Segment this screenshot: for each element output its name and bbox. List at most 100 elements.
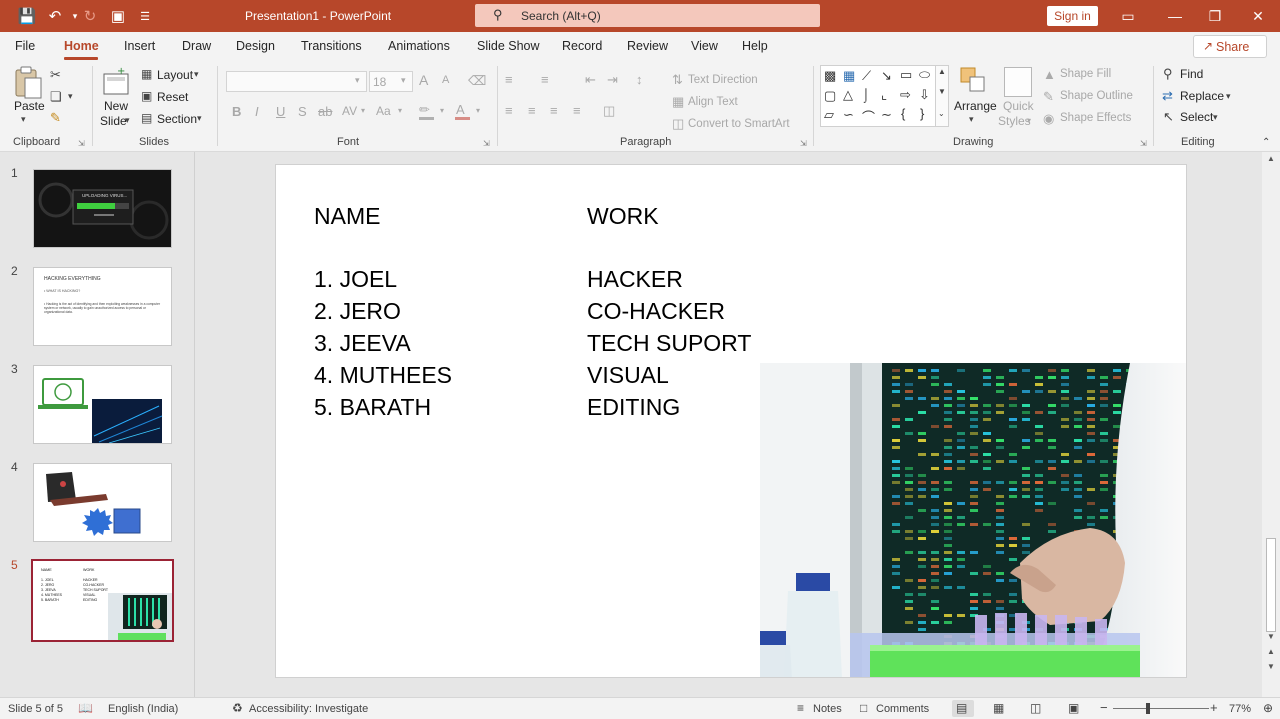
slide-thumbnail-3[interactable] (33, 365, 172, 444)
slide-thumbnail-5[interactable]: NAME WORK 1. JOEL 2. JERO 3. JEEVA 4. MU… (31, 559, 174, 642)
quick-styles-dropdown-icon[interactable]: ▾ (1027, 116, 1031, 125)
bold-button[interactable]: B (232, 104, 241, 119)
redo-icon[interactable]: ↻ (80, 6, 100, 26)
shape-outline-button[interactable]: Shape Outline (1060, 90, 1133, 102)
slide-count[interactable]: Slide 5 of 5 (8, 703, 63, 715)
quick-styles-icon[interactable] (1004, 67, 1032, 97)
work-item-2[interactable]: CO-HACKER (587, 298, 725, 325)
shape-fill-icon[interactable]: ▲ (1043, 67, 1056, 82)
shape-scribble-icon[interactable]: ∽ (843, 107, 854, 123)
increase-indent-icon[interactable]: ⇥ (607, 72, 618, 88)
shape-triangle-icon[interactable]: △ (843, 87, 853, 103)
shape-arrow-line-icon[interactable]: ↘ (881, 68, 892, 84)
gallery-down-icon[interactable]: ▼ (938, 87, 946, 96)
arrange-dropdown-icon[interactable]: ▾ (969, 114, 974, 125)
share-button[interactable]: ↗ Share (1193, 35, 1267, 58)
section-button[interactable]: Section (157, 112, 197, 126)
shape-oval-icon[interactable]: ⬭ (919, 67, 930, 83)
shapes-gallery-scroll[interactable]: ▲ ▼ ⌄ (935, 65, 949, 127)
tab-record[interactable]: Record (562, 39, 602, 53)
accessibility-status[interactable]: Accessibility: Investigate (249, 703, 368, 715)
next-slide-icon[interactable]: ▼ (1267, 662, 1275, 671)
notes-icon[interactable]: ≡ (797, 701, 804, 715)
paragraph-launcher-icon[interactable]: ⇲ (800, 139, 807, 148)
shape-right-brace-icon[interactable]: } (920, 106, 924, 121)
tab-review[interactable]: Review (627, 39, 668, 53)
shape-elbow-icon[interactable]: ⌡ (862, 87, 870, 102)
format-painter-icon[interactable]: ✎ (50, 110, 61, 126)
notes-button[interactable]: Notes (813, 703, 842, 715)
case-dropdown-icon[interactable]: ▾ (398, 106, 402, 115)
name-item-2[interactable]: 2. JERO (314, 298, 401, 325)
bullets-icon[interactable]: ≡ (505, 72, 513, 87)
tab-view[interactable]: View (691, 39, 718, 53)
work-column-header[interactable]: WORK (587, 203, 659, 230)
quick-styles-label-1[interactable]: Quick (1003, 99, 1034, 113)
decrease-indent-icon[interactable]: ⇤ (585, 72, 596, 88)
select-button[interactable]: Select (1180, 110, 1213, 124)
shape-line-icon[interactable]: ⟋ (862, 68, 871, 84)
sign-in-button[interactable]: Sign in (1047, 6, 1098, 26)
name-column-header[interactable]: NAME (314, 203, 380, 230)
clipboard-launcher-icon[interactable]: ⇲ (78, 139, 85, 148)
shape-curve-icon[interactable]: ∼ (881, 107, 892, 123)
work-item-3[interactable]: TECH SUPORT (587, 330, 751, 357)
work-item-4[interactable]: VISUAL (587, 362, 669, 389)
shape-text-icon[interactable]: ▦ (843, 68, 855, 84)
scroll-thumb[interactable] (1266, 538, 1276, 632)
copy-dropdown-icon[interactable]: ▾ (68, 91, 73, 102)
spacing-dropdown-icon[interactable]: ▾ (361, 106, 365, 115)
zoom-slider-track[interactable] (1113, 708, 1209, 709)
accessibility-icon[interactable]: ♻ (232, 701, 243, 715)
convert-smartart-icon[interactable]: ◫ (672, 116, 684, 132)
shape-rounded-rect-icon[interactable]: ▢ (824, 88, 836, 104)
name-item-3[interactable]: 3. JEEVA (314, 330, 411, 357)
shapes-gallery[interactable]: ▩ ▦ ⟋ ↘ ▭ ⬭ ▢ △ ⌡ ⌞ ⇨ ⇩ ▱ ∽ ⌒ ∼ { } (820, 65, 936, 127)
cut-icon[interactable]: ✂ (50, 67, 61, 83)
search-box[interactable]: ⚲ Search (Alt+Q) (475, 4, 820, 27)
zoom-slider-thumb[interactable] (1146, 703, 1150, 714)
new-slide-label-2[interactable]: Slide (100, 114, 127, 128)
paste-label[interactable]: Paste (14, 99, 45, 113)
shape-right-arrow-icon[interactable]: ⇨ (900, 87, 911, 103)
save-icon[interactable]: 💾 (17, 6, 37, 26)
replace-dropdown-icon[interactable]: ▾ (1226, 91, 1231, 102)
lab-dna-sequencing-image[interactable] (760, 363, 1186, 677)
highlight-dropdown-icon[interactable]: ▾ (440, 106, 444, 115)
current-slide[interactable]: NAME WORK 1. JOEL 2. JERO 3. JEEVA 4. MU… (275, 164, 1187, 678)
align-right-icon[interactable]: ≡ (550, 103, 558, 118)
undo-icon[interactable]: ↶ (45, 6, 65, 26)
vertical-scrollbar[interactable]: ▲ ▼ ▲ ▼ (1262, 152, 1280, 697)
name-item-5[interactable]: 5. BARATH (314, 394, 431, 421)
arrange-icon[interactable] (959, 66, 987, 96)
tab-insert[interactable]: Insert (124, 39, 155, 53)
previous-slide-icon[interactable]: ▲ (1267, 647, 1275, 656)
font-launcher-icon[interactable]: ⇲ (483, 139, 490, 148)
comments-button[interactable]: Comments (876, 703, 929, 715)
reset-icon[interactable]: ▣ (141, 89, 152, 103)
italic-button[interactable]: I (255, 104, 259, 119)
reading-view-icon[interactable]: ◫ (1030, 701, 1041, 715)
name-item-4[interactable]: 4. MUTHEES (314, 362, 452, 389)
scroll-down-icon[interactable]: ▼ (1267, 632, 1275, 641)
character-spacing-button[interactable]: AV (342, 104, 357, 118)
start-from-beginning-icon[interactable]: ▣ (108, 6, 128, 26)
font-color-icon[interactable]: A (456, 102, 465, 117)
tab-help[interactable]: Help (742, 39, 768, 53)
columns-icon[interactable]: ◫ (603, 103, 615, 119)
reset-button[interactable]: Reset (157, 90, 188, 104)
shape-effects-icon[interactable]: ◉ (1043, 111, 1054, 127)
convert-smartart-button[interactable]: Convert to SmartArt (688, 118, 790, 130)
arrange-button[interactable]: Arrange (954, 99, 997, 113)
font-color-dropdown-icon[interactable]: ▾ (476, 106, 480, 115)
paste-dropdown-icon[interactable]: ▾ (21, 114, 26, 125)
zoom-out-icon[interactable]: − (1100, 700, 1108, 715)
slide-sorter-icon[interactable]: ▦ (993, 701, 1004, 715)
slide-thumbnail-1[interactable]: UPLOADING VIRUS... (33, 169, 172, 248)
clear-formatting-icon[interactable]: ⌫ (468, 73, 486, 89)
section-dropdown-icon[interactable]: ▾ (197, 113, 202, 124)
shape-fill-button[interactable]: Shape Fill (1060, 68, 1111, 80)
work-item-1[interactable]: HACKER (587, 266, 683, 293)
copy-icon[interactable]: ❏ (50, 89, 62, 105)
language-indicator[interactable]: English (India) (108, 703, 178, 715)
